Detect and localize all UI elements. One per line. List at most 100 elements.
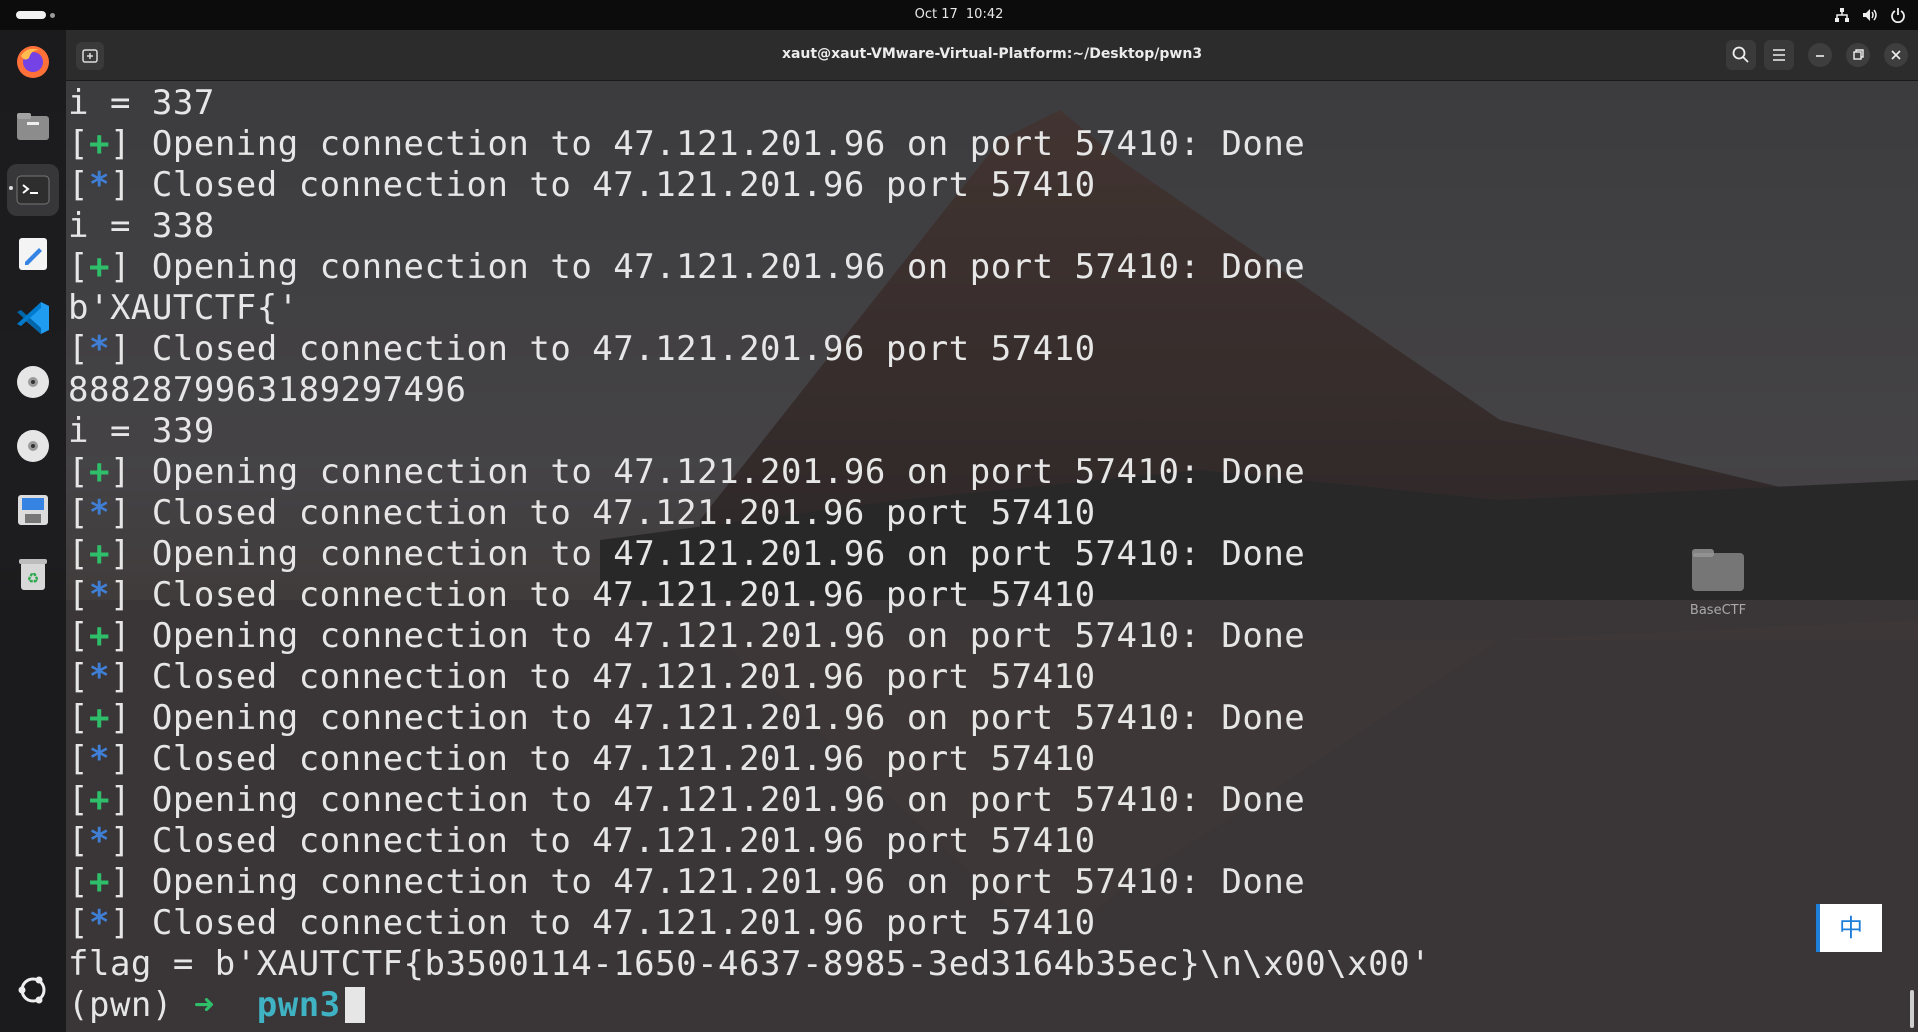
terminal-line: [*] Closed connection to 47.121.201.96 p…	[68, 329, 1096, 369]
desktop-folder-basectf[interactable]: BaseCTF	[1688, 545, 1748, 618]
status-plus-marker: +	[88, 247, 110, 287]
prompt-line[interactable]: (pwn) ➜ pwn3	[68, 985, 1431, 1026]
terminal-line-text: i = 339	[68, 411, 215, 451]
terminal-line-text: Closed connection to 47.121.201.96 port …	[130, 575, 1096, 615]
status-plus-marker: +	[88, 452, 110, 492]
status-star-marker: *	[88, 575, 110, 615]
folder-icon	[1692, 549, 1744, 591]
terminal-line-text: i = 337	[68, 83, 215, 123]
terminal-line: [+] Opening connection to 47.121.201.96 …	[68, 534, 1306, 574]
terminal-line-text: Opening connection to 47.121.201.96 on p…	[130, 616, 1306, 656]
text-cursor	[344, 987, 365, 1023]
input-method-indicator[interactable]: 中	[1816, 904, 1882, 952]
status-star-marker: *	[88, 739, 110, 779]
dock-show-apps[interactable]	[7, 964, 59, 1016]
dock-cdrom-1[interactable]	[7, 356, 59, 408]
terminal-scrollbar[interactable]	[1910, 990, 1914, 1028]
clock[interactable]: Oct 17 10:42	[0, 7, 1918, 22]
terminal-lines: i = 337 [+] Opening connection to 47.121.…	[68, 83, 1431, 1026]
ubuntu-icon	[18, 976, 46, 1004]
terminal-line-text: Opening connection to 47.121.201.96 on p…	[130, 862, 1306, 902]
status-plus-marker: +	[88, 534, 110, 574]
search-button[interactable]	[1726, 40, 1756, 70]
terminal-line: [+] Opening connection to 47.121.201.96 …	[68, 698, 1306, 738]
terminal-line-text: Closed connection to 47.121.201.96 port …	[130, 657, 1096, 697]
disc-icon	[17, 366, 49, 398]
text-editor-icon	[19, 238, 47, 270]
terminal-line-text: Opening connection to 47.121.201.96 on p…	[130, 452, 1306, 492]
vscode-icon	[17, 302, 49, 334]
dock-firefox[interactable]	[7, 36, 59, 88]
terminal-line: [*] Closed connection to 47.121.201.96 p…	[68, 165, 1096, 205]
terminal-line-text: Closed connection to 47.121.201.96 port …	[130, 821, 1096, 861]
folder-label: BaseCTF	[1689, 603, 1747, 618]
terminal-line: i = 339	[68, 411, 1431, 452]
status-plus-marker: +	[88, 862, 110, 902]
terminal-line: [*] Closed connection to 47.121.201.96 p…	[68, 903, 1096, 943]
hamburger-icon	[1773, 49, 1785, 61]
maximize-button[interactable]	[1846, 43, 1870, 67]
terminal-line-text: Closed connection to 47.121.201.96 port …	[130, 165, 1096, 205]
close-button[interactable]	[1884, 43, 1908, 67]
minimize-icon	[1816, 55, 1824, 57]
terminal-line-text: Opening connection to 47.121.201.96 on p…	[130, 124, 1306, 164]
status-star-marker: *	[88, 329, 110, 369]
terminal-line: i = 338	[68, 206, 1431, 247]
dock-vscode[interactable]	[7, 292, 59, 344]
terminal-line: b'XAUTCTF{'	[68, 288, 1431, 329]
terminal-line: [*] Closed connection to 47.121.201.96 p…	[68, 739, 1096, 779]
prompt-directory: pwn3	[256, 985, 341, 1025]
files-icon	[17, 113, 49, 140]
terminal-line: [*] Closed connection to 47.121.201.96 p…	[68, 821, 1096, 861]
terminal-line: [+] Opening connection to 47.121.201.96 …	[68, 780, 1306, 820]
terminal-line-text: Opening connection to 47.121.201.96 on p…	[130, 780, 1306, 820]
terminal-output[interactable]: i = 337 [+] Opening connection to 47.121.…	[66, 81, 1918, 1032]
prompt-env: (pwn)	[68, 985, 194, 1025]
dock-floppy[interactable]	[7, 484, 59, 536]
firefox-icon	[17, 46, 49, 78]
dock: ♻	[0, 30, 66, 1032]
terminal-line: [+] Opening connection to 47.121.201.96 …	[68, 616, 1306, 656]
status-star-marker: *	[88, 493, 110, 533]
terminal-window[interactable]: xaut@xaut-VMware-Virtual-Platform:~/Desk…	[66, 30, 1918, 1032]
date-label: Oct 17	[914, 7, 958, 22]
volume-icon[interactable]	[1862, 7, 1878, 23]
terminal-line-text: i = 338	[68, 206, 215, 246]
terminal-headerbar: xaut@xaut-VMware-Virtual-Platform:~/Desk…	[66, 30, 1918, 81]
terminal-line: [+] Opening connection to 47.121.201.96 …	[68, 452, 1306, 492]
floppy-icon	[18, 495, 48, 525]
terminal-line: [+] Opening connection to 47.121.201.96 …	[68, 862, 1306, 902]
status-plus-marker: +	[88, 698, 110, 738]
dock-terminal[interactable]	[7, 164, 59, 216]
terminal-line-text: b'XAUTCTF{'	[68, 288, 299, 328]
terminal-line: [*] Closed connection to 47.121.201.96 p…	[68, 575, 1096, 615]
terminal-line: 8882879963189297496	[68, 370, 1431, 411]
menu-button[interactable]	[1764, 40, 1794, 70]
status-star-marker: *	[88, 165, 110, 205]
svg-text:♻: ♻	[27, 571, 40, 587]
terminal-line-text: Opening connection to 47.121.201.96 on p…	[130, 247, 1306, 287]
system-tray[interactable]	[1834, 7, 1906, 24]
terminal-line: [+] Opening connection to 47.121.201.96 …	[68, 247, 1306, 287]
network-icon[interactable]	[1834, 7, 1850, 23]
terminal-line-text: Closed connection to 47.121.201.96 port …	[130, 903, 1096, 943]
dock-files[interactable]	[7, 100, 59, 152]
terminal-line: flag = b'XAUTCTF{b3500114-1650-4637-8985…	[68, 944, 1431, 985]
terminal-line-text: Opening connection to 47.121.201.96 on p…	[130, 534, 1306, 574]
close-icon	[1891, 50, 1901, 60]
dock-trash[interactable]: ♻	[7, 548, 59, 600]
minimize-button[interactable]	[1808, 43, 1832, 67]
dock-cdrom-2[interactable]	[7, 420, 59, 472]
status-star-marker: *	[88, 657, 110, 697]
power-icon[interactable]	[1890, 7, 1906, 24]
prompt-arrow-icon: ➜	[193, 985, 257, 1025]
search-icon	[1732, 46, 1749, 63]
terminal-line-text: flag = b'XAUTCTF{b3500114-1650-4637-8985…	[68, 944, 1432, 984]
terminal-icon	[16, 175, 50, 205]
trash-icon: ♻	[19, 559, 47, 590]
running-indicator	[9, 186, 13, 190]
terminal-line: i = 337	[68, 83, 1431, 124]
disc-icon	[17, 430, 49, 462]
status-plus-marker: +	[88, 780, 110, 820]
dock-text-editor[interactable]	[7, 228, 59, 280]
